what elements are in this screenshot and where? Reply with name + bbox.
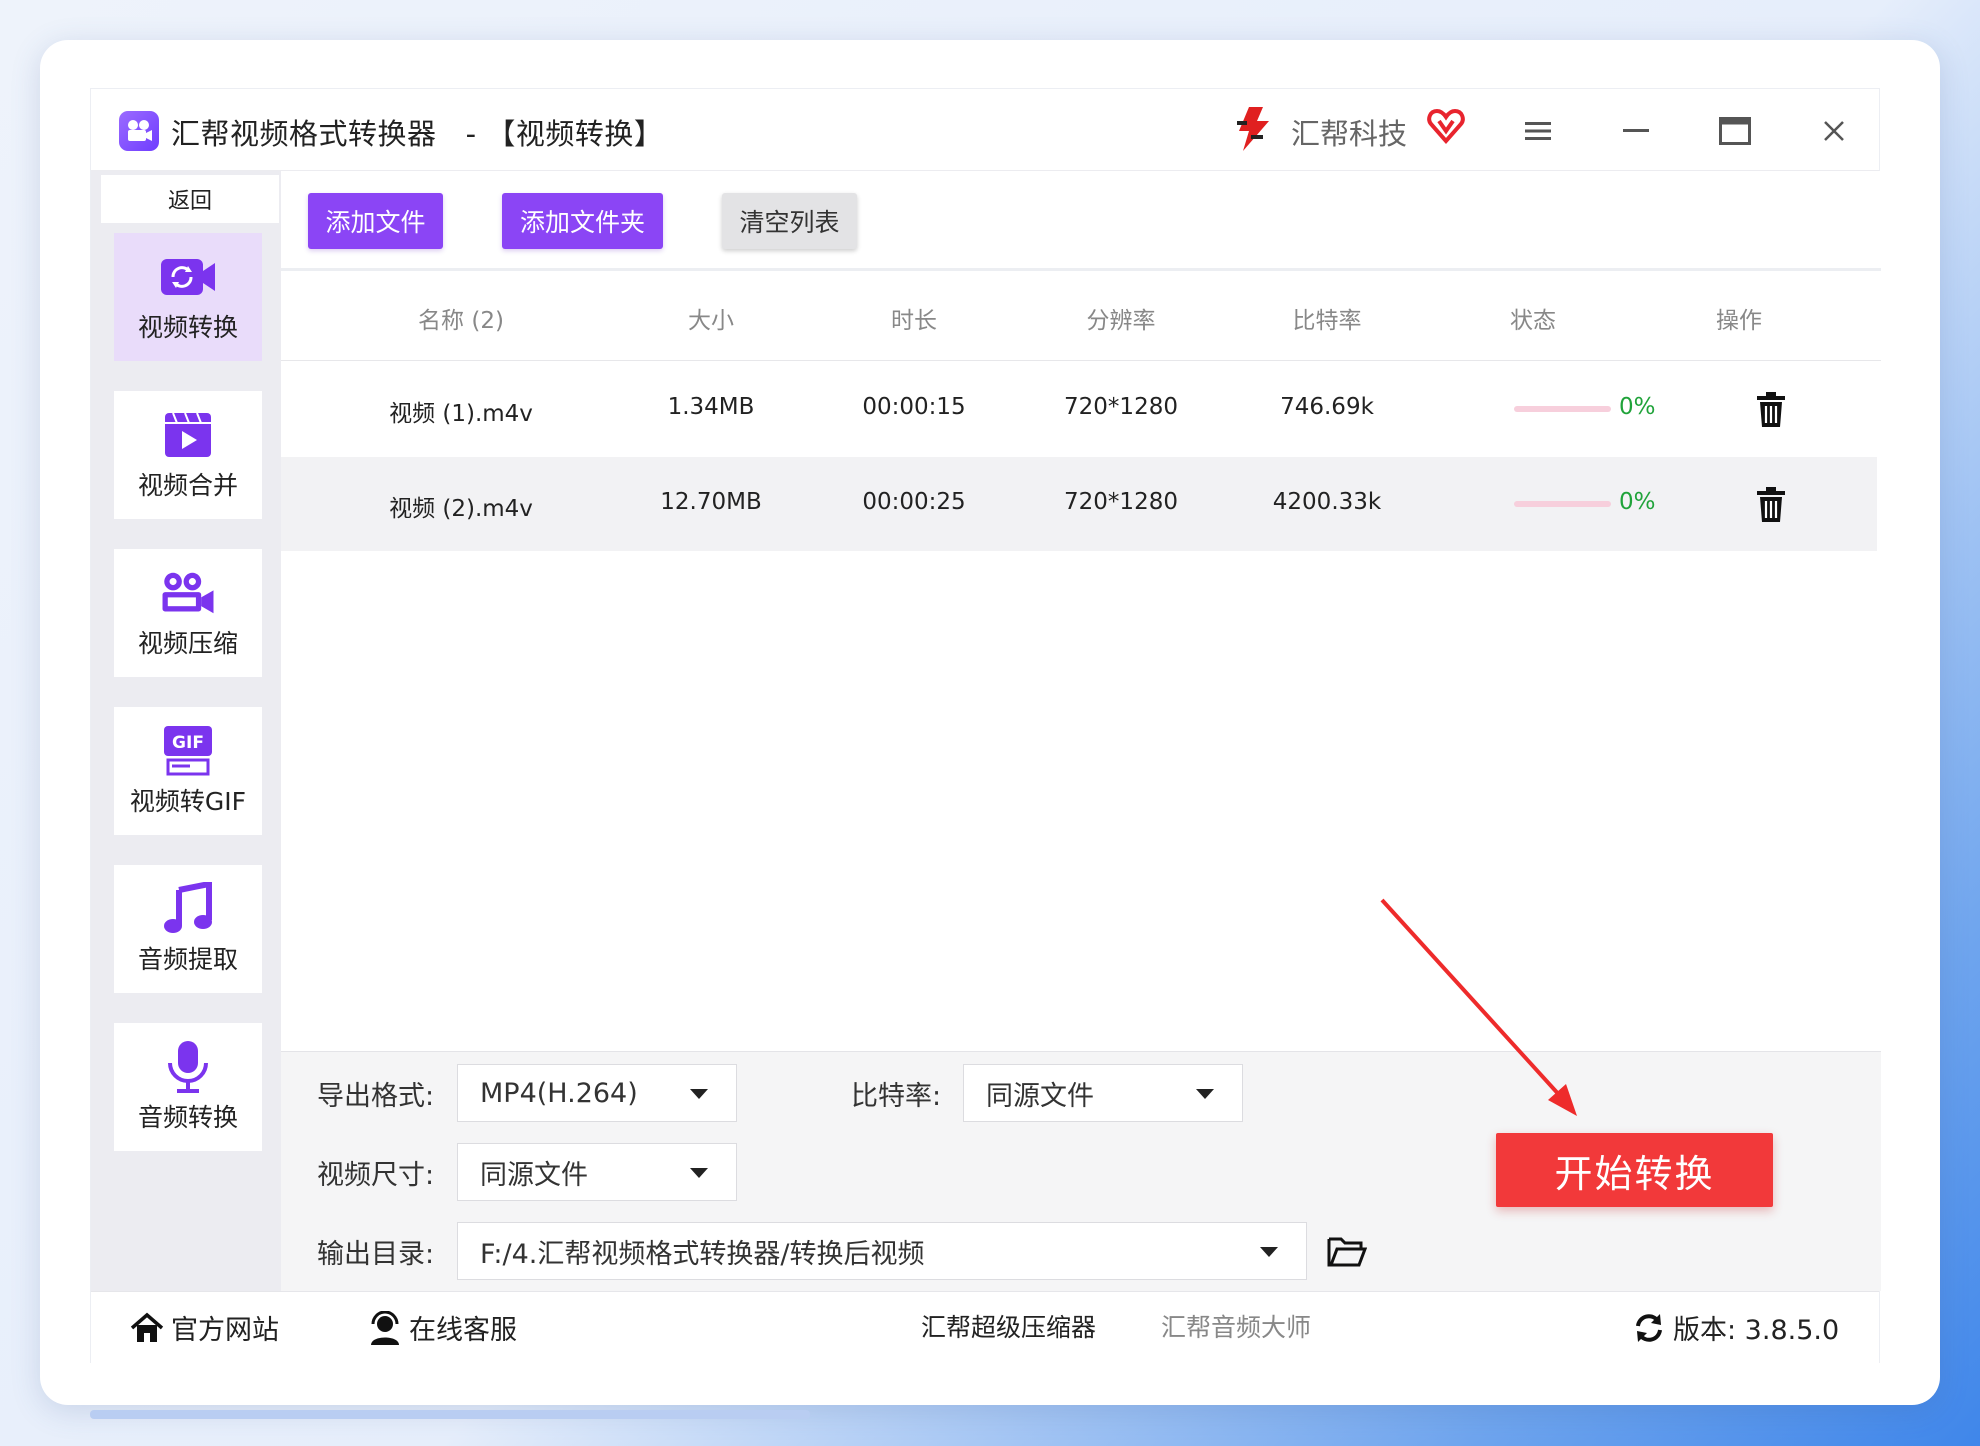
version-label: 版本: 3.8.5.0 [1673, 1315, 1840, 1346]
bitrate-select[interactable]: 同源文件 [963, 1064, 1243, 1122]
svg-text:GIF: GIF [172, 733, 204, 753]
file-name: 视频 (1).m4v [389, 401, 533, 427]
audio-master-link[interactable]: 汇帮音频大师 [1161, 1308, 1311, 1344]
col-action[interactable]: 操作 [1659, 301, 1819, 335]
sidebar-item-label: 视频转GIF [129, 787, 247, 816]
chevron-down-icon [1196, 1089, 1214, 1099]
chevron-down-icon [690, 1089, 708, 1099]
menu-icon[interactable] [1516, 109, 1560, 153]
file-resolution: 720*1280 [1064, 394, 1178, 420]
gif-icon: GIF [159, 724, 217, 778]
file-duration: 00:00:25 [862, 489, 966, 515]
file-name: 视频 (2).m4v [389, 496, 533, 522]
col-duration[interactable]: 时长 [834, 301, 994, 335]
app-name: 汇帮视频格式转换器 [171, 117, 437, 151]
output-dir-label: 输出目录: [317, 1239, 435, 1270]
trash-icon[interactable] [1755, 487, 1787, 523]
video-convert-icon [159, 250, 217, 304]
section-name: - 【视频转换】 [465, 117, 664, 151]
compressor-link[interactable]: 汇帮超级压缩器 [921, 1308, 1096, 1344]
bitrate-value: 同源文件 [986, 1080, 1094, 1112]
file-bitrate: 746.69k [1280, 394, 1374, 420]
start-convert-button[interactable]: 开始转换 [1496, 1133, 1773, 1207]
table-row[interactable]: 视频 (1).m4v 1.34MB 00:00:15 720*1280 746.… [281, 362, 1877, 456]
music-note-icon [159, 882, 217, 936]
size-value: 同源文件 [480, 1159, 588, 1191]
video-compress-icon [159, 566, 217, 620]
footer: 官方网站 在线客服 汇帮超级压缩器 汇帮音频大师 版本: 3.8.5.0 [91, 1291, 1879, 1363]
version-info[interactable]: 版本: 3.8.5.0 [1631, 1308, 1839, 1347]
sidebar-item-video-convert[interactable]: 视频转换 [114, 233, 262, 361]
format-select[interactable]: MP4(H.264) [457, 1064, 737, 1122]
output-dir-value: F:/4.汇帮视频格式转换器/转换后视频 [480, 1238, 925, 1270]
size-select[interactable]: 同源文件 [457, 1143, 737, 1201]
brand-name: 汇帮科技 [1291, 117, 1408, 151]
add-folder-button[interactable]: 添加文件夹 [502, 193, 663, 249]
progress-percent: 0% [1619, 489, 1656, 515]
file-bitrate: 4200.33k [1272, 489, 1382, 515]
window-title: 汇帮视频格式转换器 - 【视频转换】 [171, 111, 663, 153]
progress-bar [1514, 501, 1611, 507]
progress-percent: 0% [1619, 394, 1656, 420]
sidebar-item-audio-convert[interactable]: 音频转换 [114, 1023, 262, 1151]
col-bitrate[interactable]: 比特率 [1247, 301, 1407, 335]
col-size[interactable]: 大小 [631, 301, 791, 335]
close-icon[interactable] [1812, 109, 1856, 153]
col-name[interactable]: 名称 (2) [361, 301, 561, 335]
size-label: 视频尺寸: [317, 1160, 435, 1191]
app-window: 汇帮视频格式转换器 - 【视频转换】 汇帮科技 返回 视频转换 视频合并 视频压… [90, 88, 1881, 1363]
bitrate-label: 比特率: [851, 1081, 942, 1112]
sidebar-item-label: 视频转换 [137, 313, 238, 342]
chevron-down-icon [1260, 1247, 1278, 1257]
sidebar-item-label: 音频转换 [137, 1103, 238, 1132]
trash-icon[interactable] [1755, 392, 1787, 428]
col-status[interactable]: 状态 [1453, 301, 1613, 335]
file-resolution: 720*1280 [1064, 489, 1178, 515]
clear-list-button[interactable]: 清空列表 [722, 193, 857, 249]
refresh-icon [1631, 1310, 1667, 1346]
sidebar-item-label: 视频合并 [137, 471, 238, 500]
file-size: 1.34MB [667, 394, 755, 420]
progress-bar [1514, 406, 1611, 412]
minimize-icon[interactable] [1614, 109, 1658, 153]
back-button[interactable]: 返回 [101, 175, 279, 223]
sidebar-item-audio-extract[interactable]: 音频提取 [114, 865, 262, 993]
scroll-indicator [90, 1410, 810, 1419]
output-dir-select[interactable]: F:/4.汇帮视频格式转换器/转换后视频 [457, 1222, 1307, 1280]
app-logo-icon [119, 111, 159, 151]
online-support-link[interactable]: 在线客服 [367, 1308, 517, 1347]
official-website-link[interactable]: 官方网站 [129, 1308, 279, 1347]
support-label: 在线客服 [409, 1315, 517, 1346]
video-merge-icon [159, 408, 217, 462]
chevron-down-icon [690, 1168, 708, 1178]
table-row[interactable]: 视频 (2).m4v 12.70MB 00:00:25 720*1280 420… [281, 457, 1877, 551]
format-label: 导出格式: [317, 1081, 435, 1112]
file-duration: 00:00:15 [862, 394, 966, 420]
website-label: 官方网站 [171, 1315, 279, 1346]
title-bar: 汇帮视频格式转换器 - 【视频转换】 汇帮科技 [91, 89, 1879, 171]
col-resolution[interactable]: 分辨率 [1041, 301, 1201, 335]
table-header: 名称 (2) 大小 时长 分辨率 比特率 状态 操作 [281, 271, 1881, 361]
sidebar-item-label: 音频提取 [137, 945, 238, 974]
sidebar-item-video-compress[interactable]: 视频压缩 [114, 549, 262, 677]
toolbar: 添加文件 添加文件夹 清空列表 [281, 171, 1881, 271]
folder-open-icon[interactable] [1327, 1233, 1367, 1269]
add-file-button[interactable]: 添加文件 [308, 193, 443, 249]
maximize-icon[interactable] [1713, 109, 1757, 153]
sidebar-item-video-gif[interactable]: GIF 视频转GIF [114, 707, 262, 835]
sidebar-item-label: 视频压缩 [137, 629, 238, 658]
home-icon [129, 1310, 165, 1346]
customer-service-icon [367, 1310, 403, 1346]
sidebar-item-video-merge[interactable]: 视频合并 [114, 391, 262, 519]
file-size: 12.70MB [660, 489, 762, 515]
sidebar: 返回 视频转换 视频合并 视频压缩 GIF 视频转GIF 音频提取 音频转换 [91, 171, 281, 1291]
vip-heart-icon[interactable] [1427, 107, 1465, 145]
format-value: MP4(H.264) [480, 1077, 638, 1109]
brand-logo-icon [1237, 107, 1269, 151]
microphone-icon [159, 1040, 217, 1094]
